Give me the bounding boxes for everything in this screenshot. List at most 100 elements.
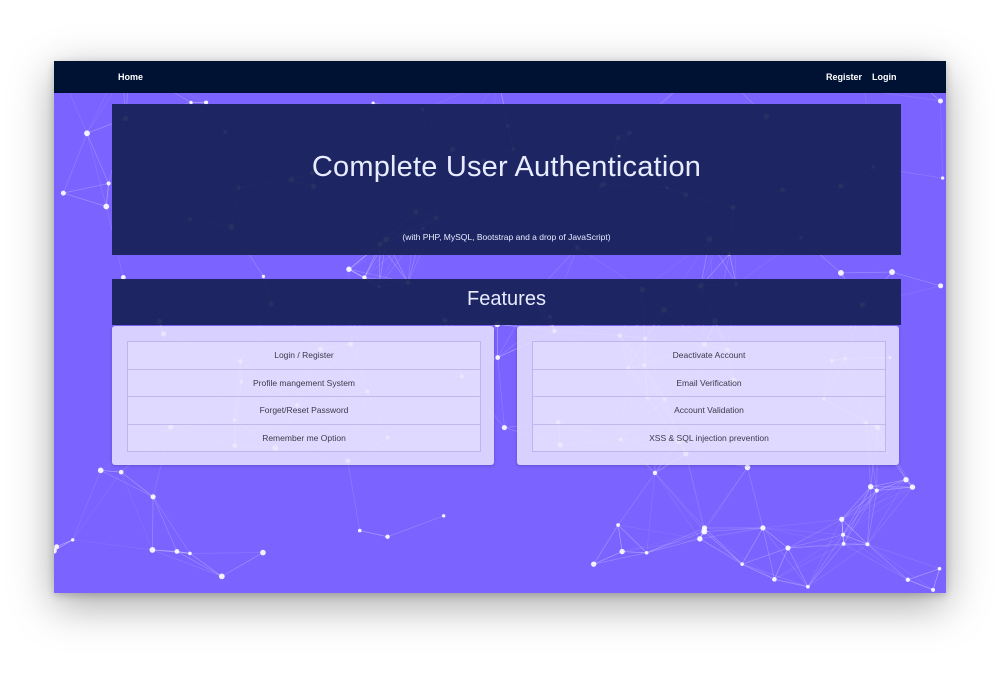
navbar: Home Register Login xyxy=(54,61,946,93)
particle-dot xyxy=(909,484,916,490)
hero-panel: Complete User Authentication (with PHP, … xyxy=(112,104,901,255)
particle-link xyxy=(842,490,878,535)
particle-link xyxy=(842,534,909,581)
particle-link xyxy=(189,552,263,554)
particle-link xyxy=(840,271,893,274)
particle-link xyxy=(747,467,764,528)
particle-dot xyxy=(806,584,810,589)
particle-link xyxy=(762,518,842,529)
particle-dot xyxy=(903,476,909,483)
particle-dot xyxy=(97,467,104,474)
particle-link xyxy=(221,552,264,577)
particle-link xyxy=(359,530,388,538)
particle-link xyxy=(63,133,88,194)
particle-link xyxy=(940,101,943,179)
list-item: Account Validation xyxy=(533,397,885,425)
particle-link xyxy=(841,519,844,544)
particle-link xyxy=(387,515,444,538)
list-item: XSS & SQL injection prevention xyxy=(533,424,885,451)
particle-link xyxy=(152,549,222,577)
particle-dot xyxy=(188,551,192,556)
particle-link xyxy=(593,524,619,565)
particle-link xyxy=(100,470,154,498)
particle-dot xyxy=(839,516,845,522)
particle-dot xyxy=(841,532,846,537)
particle-dot xyxy=(260,549,266,556)
list-item: Profile mangement System xyxy=(128,369,480,397)
particle-link xyxy=(762,527,844,545)
particle-dot xyxy=(495,355,501,360)
browser-viewport: Home Register Login Complete User Authen… xyxy=(54,61,946,593)
particle-dot xyxy=(744,464,751,471)
particle-dot xyxy=(106,181,111,186)
hero-subtitle: (with PHP, MySQL, Bootstrap and a drop o… xyxy=(402,232,611,242)
particle-dot xyxy=(118,469,124,475)
particle-dot xyxy=(644,550,649,555)
particle-link xyxy=(646,527,705,554)
particle-link xyxy=(646,538,700,554)
particle-dot xyxy=(772,577,777,582)
particle-dot xyxy=(84,130,90,137)
particle-dot xyxy=(619,548,625,555)
particle-link xyxy=(654,472,705,532)
particle-dot xyxy=(357,528,362,533)
particle-link xyxy=(843,543,909,581)
particle-link xyxy=(867,543,909,581)
particle-dot xyxy=(874,488,879,493)
features-heading: Features xyxy=(467,288,546,310)
particle-link xyxy=(867,543,940,570)
particle-dot xyxy=(838,269,844,276)
nav-register-link[interactable]: Register xyxy=(826,72,862,82)
particle-link xyxy=(152,496,178,552)
particle-dot xyxy=(937,98,943,104)
list-item: Forget/Reset Password xyxy=(128,397,480,425)
particle-dot xyxy=(938,283,944,289)
particle-dot xyxy=(867,483,874,490)
particle-link xyxy=(617,472,656,526)
particle-link xyxy=(86,133,107,207)
particle-link xyxy=(72,470,102,540)
particle-link xyxy=(497,357,505,428)
list-item: Email Verification xyxy=(533,369,885,397)
particle-link xyxy=(152,549,191,554)
particle-link xyxy=(593,552,647,565)
particle-dot xyxy=(71,538,75,542)
particle-link xyxy=(189,553,223,577)
particle-dot xyxy=(149,547,156,553)
particle-dot xyxy=(616,523,621,527)
particle-link xyxy=(842,486,871,535)
particle-link xyxy=(105,183,109,207)
particle-dot xyxy=(218,573,225,580)
particle-link xyxy=(622,551,647,554)
particle-link xyxy=(72,539,153,551)
particle-link xyxy=(617,524,623,552)
particle-link xyxy=(867,486,913,545)
hero-title: Complete User Authentication xyxy=(311,151,702,183)
particle-link xyxy=(704,531,743,565)
particle-link xyxy=(152,496,154,550)
particle-dot xyxy=(103,203,110,210)
particle-dot xyxy=(54,544,60,550)
particle-link xyxy=(867,543,934,591)
particle-link xyxy=(63,192,107,207)
particle-dot xyxy=(760,525,766,531)
particle-link xyxy=(72,471,122,541)
features-card-right: Deactivate Account Email Verification Ac… xyxy=(517,326,899,465)
particle-link xyxy=(762,527,844,536)
features-list-right: Deactivate Account Email Verification Ac… xyxy=(532,341,886,452)
particle-dot xyxy=(931,587,936,592)
particle-link xyxy=(741,527,764,565)
nav-home-link[interactable]: Home xyxy=(118,72,143,82)
particle-dot xyxy=(697,536,703,542)
particle-dot xyxy=(940,176,945,180)
features-list-left: Login / Register Profile mangement Syste… xyxy=(127,341,481,452)
particle-dot xyxy=(174,549,180,554)
particle-dot xyxy=(346,266,352,272)
particle-dot xyxy=(865,542,870,547)
particle-dot xyxy=(441,514,446,518)
particle-link xyxy=(685,453,705,532)
list-item: Deactivate Account xyxy=(533,342,885,370)
nav-login-link[interactable]: Login xyxy=(872,72,897,82)
particle-link xyxy=(56,539,73,548)
particle-dot xyxy=(937,566,942,571)
